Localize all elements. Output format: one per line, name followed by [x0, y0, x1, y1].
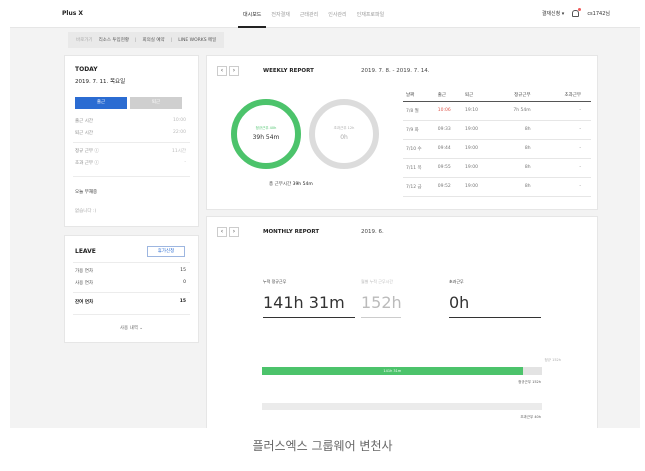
table-row: 7/11 목 09:55 19:00 8h - [403, 158, 591, 178]
overtime-progress-bar [262, 403, 542, 410]
absence-title: 오늘 부재중 [75, 190, 98, 195]
shortcut-mail[interactable]: LINE WORKS 메일 [178, 37, 216, 43]
leave-history-link[interactable]: 사용 내역 ⌄ [65, 325, 198, 331]
divider [73, 262, 190, 263]
table-row: 7/10 수 09:44 19:00 8h - [403, 139, 591, 159]
caption: 플러스엑스 그룹웨어 변천사 [252, 439, 393, 453]
col-overtime: 초과근무 [540, 89, 591, 102]
today-card: TODAY 2019. 7. 11. 목요일 출근 퇴근 출근 시간 10:00… [64, 55, 199, 227]
bar-right-label: 정규 152h [544, 358, 561, 362]
clock-in-button[interactable]: 출근 [75, 97, 127, 109]
row-value: 0 [183, 280, 186, 285]
bar-bottom-label: 정규근무 152h [518, 380, 541, 384]
divider [73, 292, 190, 293]
ring2-label: 초과근무 12h [333, 126, 355, 130]
shortcut-meeting-room[interactable]: 회의실 예약 [143, 37, 165, 43]
table-header: 날짜 출근 퇴근 정규근무 초과근무 [403, 89, 591, 102]
today-date: 2019. 7. 11. 목요일 [75, 79, 126, 85]
separator: | [134, 37, 137, 43]
row-label: 사용 연차 [75, 281, 93, 286]
row-value: 15 [179, 299, 186, 304]
row-label: 잔여 연차 [75, 300, 94, 305]
weekly-title: WEEKLY REPORT [263, 68, 314, 74]
underline [361, 317, 401, 318]
prev-week-button[interactable]: ‹ [217, 66, 227, 76]
top-bar: Plus X 대시보드 전자결재 근태관리 인사관리 인재프로파일 결재신청 ▾… [10, 0, 640, 28]
weekly-range: 2019. 7. 8. - 2019. 7. 14. [361, 68, 430, 74]
nav-talent-profile[interactable]: 인재프로파일 [352, 0, 390, 28]
divider [73, 142, 190, 143]
monthly-title: MONTHLY REPORT [263, 229, 320, 235]
row-value: 11시간 [171, 149, 186, 154]
monthly-month: 2019. 6. [361, 229, 384, 235]
row-value: 22:00 [173, 130, 186, 135]
monthly-report-card: ‹ › MONTHLY REPORT 2019. 6. 누적 정규근무 141h… [206, 216, 598, 428]
stat2-value: 152h [361, 293, 402, 312]
weekly-table: 날짜 출근 퇴근 정규근무 초과근무 7/8 월 10:06 19:10 7h 54m… [403, 89, 591, 197]
row-label: 가용 연차 [75, 269, 93, 274]
ring1-label: 정규근무 40h [255, 126, 277, 130]
row-value: 15 [180, 268, 186, 273]
ring1-value: 39h 54m [252, 134, 280, 141]
regular-progress-fill: 141h 31m [262, 367, 523, 375]
prev-month-button[interactable]: ‹ [217, 227, 227, 237]
leave-title: LEAVE [75, 248, 96, 255]
top-right: 결재신청 ▾ cs1742님 [542, 8, 610, 17]
table-row: 7/12 금 09:52 19:00 8h - [403, 177, 591, 197]
shortcut-bar: 바로가기 리소스 투입현황 | 회의실 예약 | LINE WORKS 메일 [68, 32, 225, 48]
nav-hr[interactable]: 인사관리 [323, 0, 351, 28]
stat1-value: 141h 31m [263, 293, 345, 312]
separator: | [170, 37, 173, 43]
col-in: 출근 [434, 89, 462, 102]
row-label: 퇴근 시간 [75, 131, 93, 136]
divider [73, 314, 190, 315]
stat1-label: 누적 정규근무 [263, 279, 287, 284]
row-label: 출근 시간 [75, 119, 93, 124]
clock-out-button[interactable]: 퇴근 [130, 97, 182, 109]
next-week-button[interactable]: › [229, 66, 239, 76]
shortcut-label: 바로가기 [76, 38, 93, 43]
col-date: 날짜 [403, 89, 435, 102]
logo[interactable]: Plus X [62, 10, 83, 17]
next-month-button[interactable]: › [229, 227, 239, 237]
ring2-value: 0h [340, 134, 348, 141]
leave-request-button[interactable]: 휴가신청 [147, 246, 185, 257]
leave-card: LEAVE 휴가신청 가용 연차 15 사용 연차 0 잔여 연차 15 사용 … [64, 235, 199, 343]
approval-request-dropdown[interactable]: 결재신청 ▾ [542, 10, 565, 17]
row-label: 초과 근무 ⓘ [75, 161, 99, 166]
main-nav: 대시보드 전자결재 근태관리 인사관리 인재프로파일 [238, 0, 389, 28]
nav-attendance[interactable]: 근태관리 [295, 0, 323, 28]
divider [73, 176, 190, 177]
stat2-label: 월별 누적 근무시간 [361, 279, 393, 284]
shortcut-resource[interactable]: 리소스 투입현황 [99, 37, 129, 43]
col-regular: 정규근무 [489, 89, 541, 102]
app-window: Plus X 대시보드 전자결재 근태관리 인사관리 인재프로파일 결재신청 ▾… [10, 0, 640, 428]
bell-icon[interactable] [572, 8, 582, 17]
underline [263, 317, 355, 318]
stat3-value: 0h [449, 293, 470, 312]
row-value: - [184, 160, 186, 165]
row-value: 10:00 [173, 118, 186, 123]
weekly-report-card: ‹ › WEEKLY REPORT 2019. 7. 8. - 2019. 7.… [206, 55, 598, 210]
stat3-label: 초과근무 [449, 279, 464, 284]
nav-dashboard[interactable]: 대시보드 [238, 0, 267, 28]
table-row: 7/8 월 10:06 19:10 7h 54m - [403, 101, 591, 121]
absence-text: 없습니다 :) [75, 209, 97, 214]
row-label: 정규 근무 ⓘ [75, 149, 99, 154]
nav-approval[interactable]: 전자결재 [266, 0, 294, 28]
bar2-label: 초과근무 40h [520, 415, 541, 419]
table-row: 7/9 화 09:33 19:00 8h - [403, 120, 591, 140]
col-out: 퇴근 [461, 89, 490, 102]
total-work-label: 총 근무시간 39h 54m [269, 182, 313, 187]
underline [449, 317, 541, 318]
regular-progress-bar: 141h 31m [262, 367, 542, 375]
user-name[interactable]: cs1742님 [587, 10, 610, 17]
today-title: TODAY [75, 66, 98, 73]
